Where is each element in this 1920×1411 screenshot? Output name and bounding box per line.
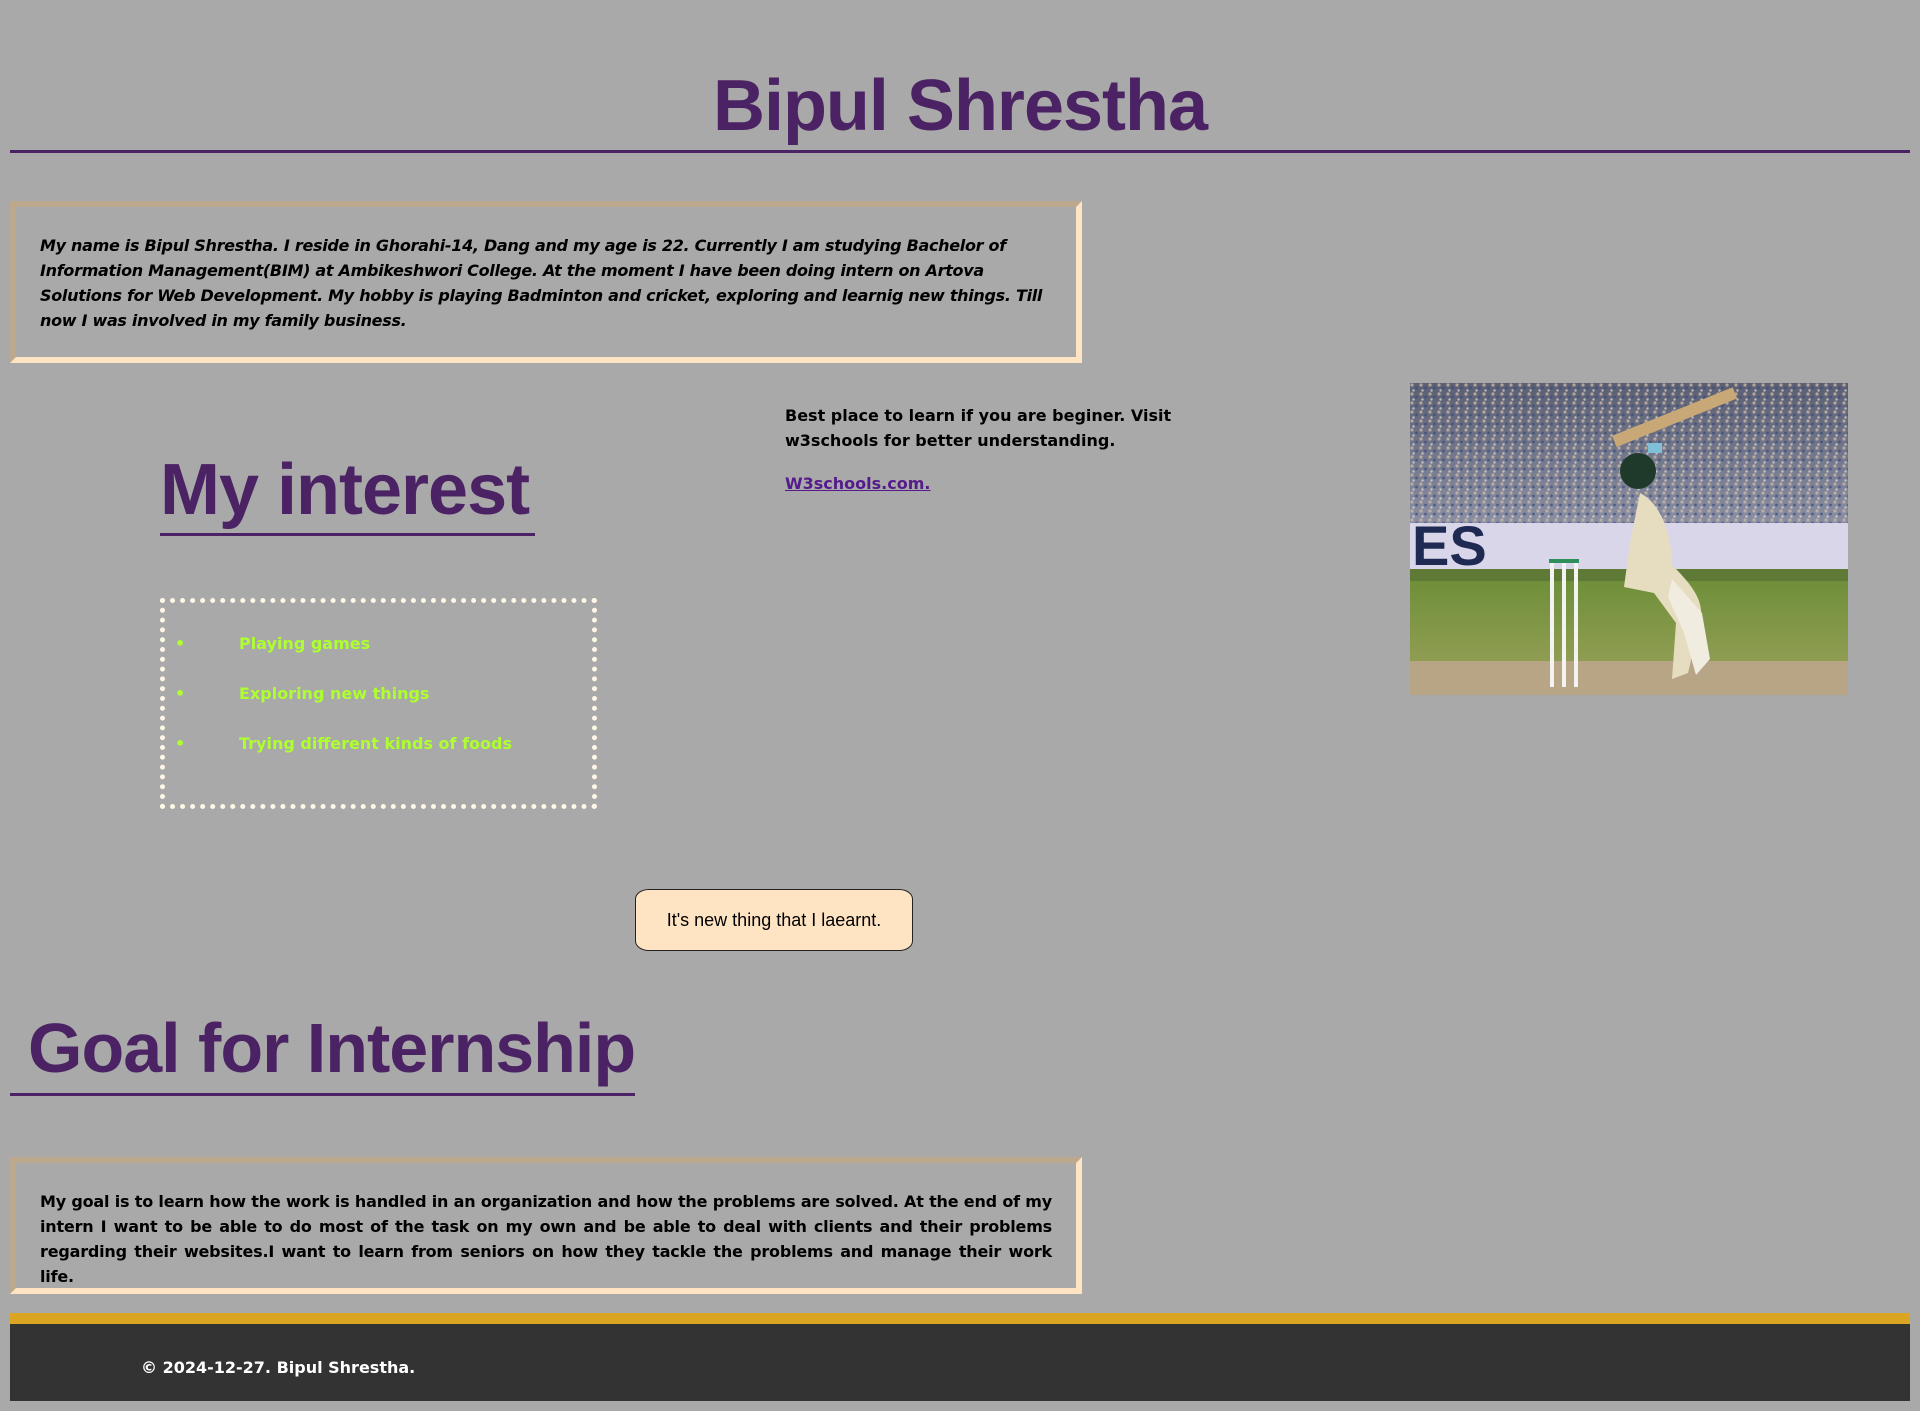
goal-divider — [10, 1093, 635, 1096]
about-text: My name is Bipul Shrestha. I reside in G… — [40, 236, 1043, 330]
interest-item-label: Exploring new things — [239, 684, 430, 703]
cricket-photo-illustration: ES — [1410, 383, 1848, 695]
interest-heading: My interest — [160, 450, 530, 530]
bullet-icon: • — [175, 634, 186, 653]
footer-copyright: © 2024-12-27. Bipul Shrestha. — [141, 1358, 416, 1377]
bullet-icon: • — [175, 734, 186, 753]
cricket-batsman-photo: ES — [1410, 383, 1848, 695]
goal-box: My goal is to learn how the work is hand… — [10, 1157, 1082, 1294]
bullet-icon: • — [175, 684, 186, 703]
footer: © 2024-12-27. Bipul Shrestha. — [10, 1313, 1910, 1401]
w3schools-link[interactable]: W3schools.com. — [785, 473, 930, 495]
title-divider — [10, 150, 1910, 153]
w3schools-description: Best place to learn if you are beginer. … — [785, 406, 1172, 450]
svg-text:ES: ES — [1412, 514, 1487, 577]
interest-item-label: Playing games — [239, 634, 371, 653]
new-thing-pill: It's new thing that I laearnt. — [635, 889, 913, 951]
interest-divider — [160, 533, 535, 536]
interest-item-label: Trying different kinds of foods — [239, 734, 512, 753]
interest-list-box: • Playing games • Exploring new things •… — [160, 598, 597, 809]
goal-heading: Goal for Internship — [28, 1009, 636, 1087]
page-title: Bipul Shrestha — [712, 66, 1208, 146]
about-box: My name is Bipul Shrestha. I reside in G… — [10, 201, 1082, 363]
goal-text: My goal is to learn how the work is hand… — [40, 1192, 1052, 1286]
